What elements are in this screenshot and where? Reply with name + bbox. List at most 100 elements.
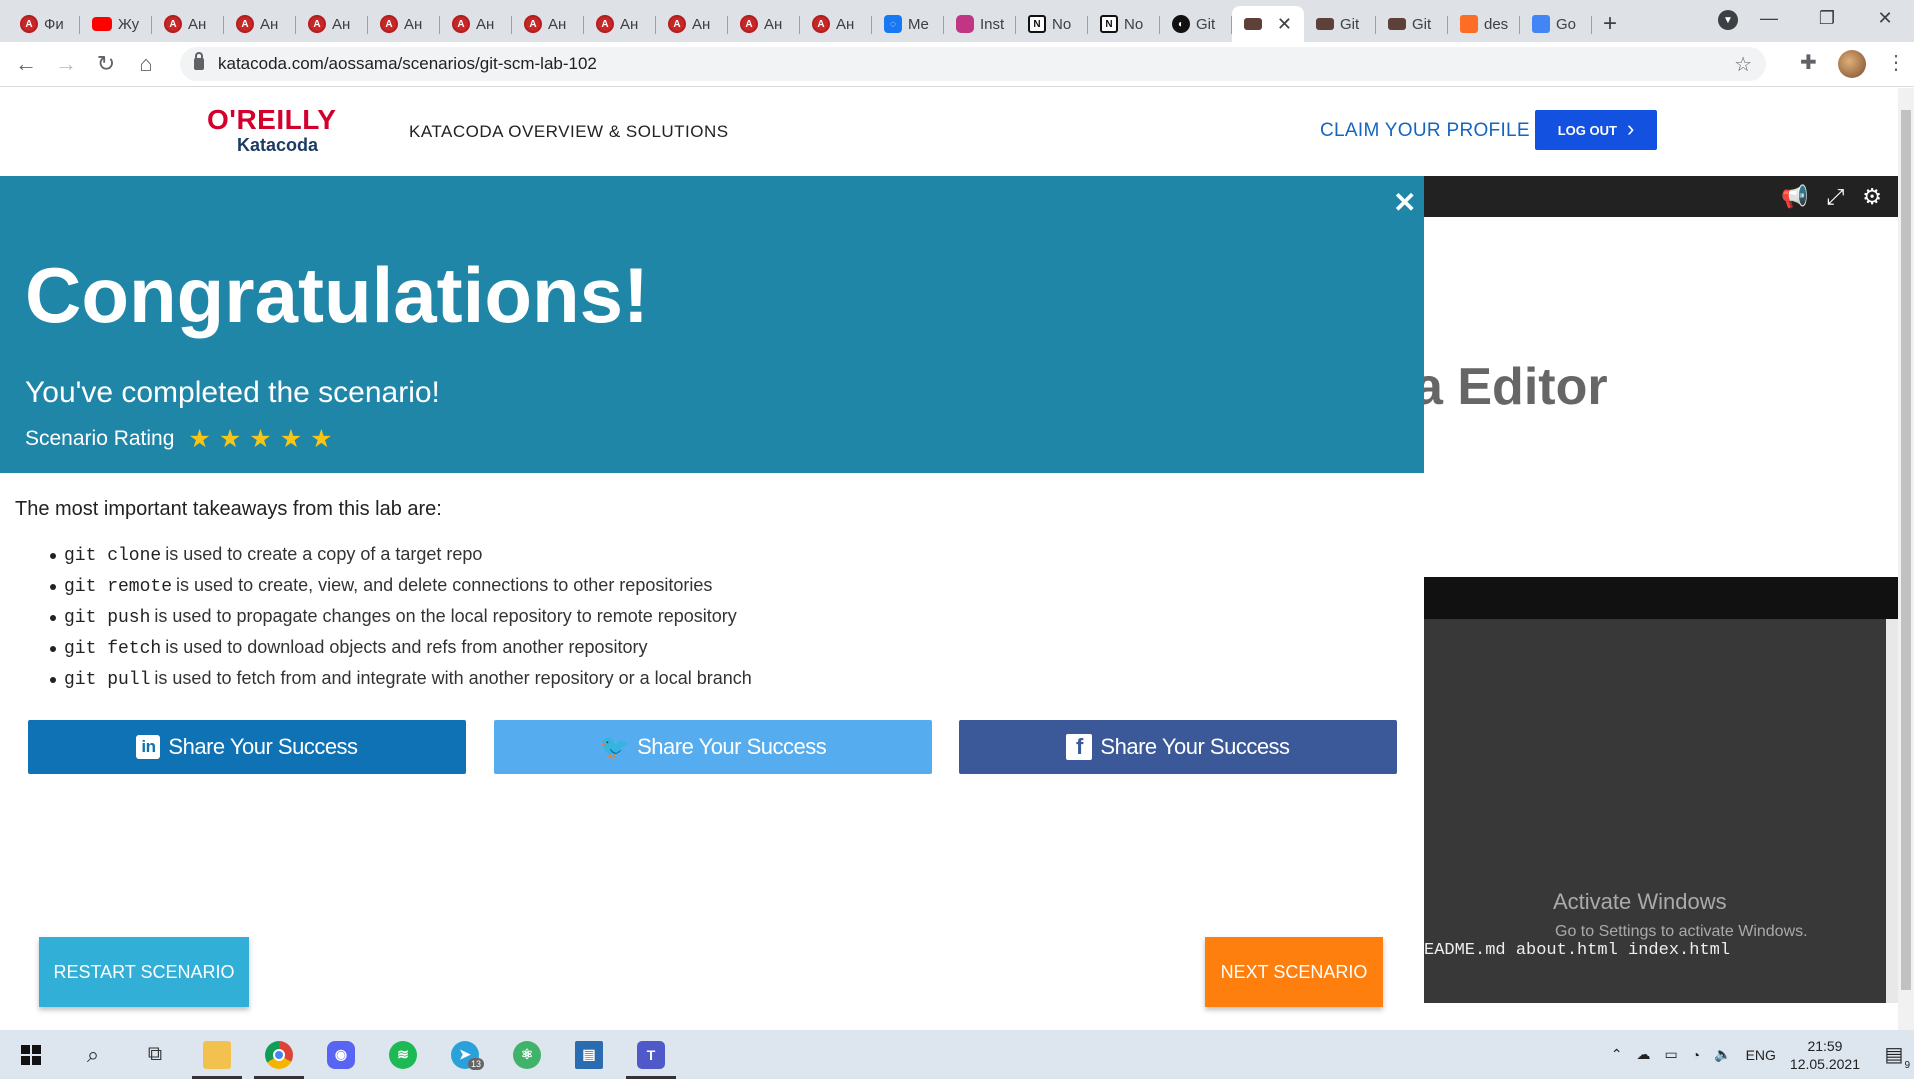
share-linkedin-button[interactable]: in Share Your Success (28, 720, 466, 774)
minimize-icon[interactable]: — (1740, 8, 1798, 29)
back-icon[interactable]: ← (6, 46, 46, 82)
browser-tab[interactable]: des (1448, 6, 1520, 42)
url-text[interactable]: katacoda.com/aossama/scenarios/git-scm-l… (218, 54, 597, 74)
new-tab-button[interactable]: + (1592, 6, 1628, 42)
chevron-up-icon[interactable]: ⌃ (1611, 1046, 1623, 1063)
browser-tab[interactable]: ◌ Me (872, 6, 944, 42)
browser-tab[interactable]: A Ан (800, 6, 872, 42)
takeaway-item: git clone is used to create a copy of a t… (50, 539, 752, 570)
gitlab-icon (1460, 15, 1478, 33)
browser-tab[interactable]: Жу (80, 6, 152, 42)
activate-windows-title: Activate Windows (1553, 889, 1727, 914)
browser-tab[interactable]: Git (1304, 6, 1376, 42)
page-scrollbar-thumb[interactable] (1901, 110, 1911, 990)
start-button[interactable] (0, 1030, 62, 1079)
browser-tab[interactable]: Go (1520, 6, 1592, 42)
browser-tab[interactable]: A Ан (368, 6, 440, 42)
browser-tab[interactable]: A Ан (656, 6, 728, 42)
clock-date: 12.05.2021 (1789, 1055, 1860, 1072)
browser-tab[interactable]: ✕ (1232, 6, 1304, 42)
oreilly-katacoda-logo[interactable]: O'REILLY Katacoda (207, 106, 347, 158)
browser-tab[interactable]: A Ан (440, 6, 512, 42)
nav-overview-link[interactable]: KATACODA OVERVIEW & SOLUTIONS (409, 122, 729, 142)
activate-windows-subtitle: Go to Settings to activate Windows. (1555, 923, 1808, 940)
share-twitter-button[interactable]: 🐦 Share Your Success (494, 720, 932, 774)
terminal[interactable]: EADME.md about.html index.html Activate … (1424, 619, 1898, 1003)
close-icon[interactable]: ✕ (1393, 186, 1416, 219)
forward-icon[interactable]: → (46, 46, 86, 82)
angular-icon: A (380, 15, 398, 33)
battery-icon[interactable]: ▭ (1664, 1046, 1677, 1063)
browser-tab[interactable]: A Ан (728, 6, 800, 42)
panel-toolbar: 📢 ⤢ ⚙ (1424, 176, 1898, 217)
katacoda-icon (1316, 18, 1334, 30)
wifi-icon[interactable]: ◔ (1692, 1047, 1700, 1063)
browser-tab[interactable]: A Ан (584, 6, 656, 42)
atom-icon[interactable]: ⚛ (496, 1030, 558, 1079)
tab-strip: A Фи Жу A Ан A Ан A Ан A Ан A Ан A Ан A Ан A Ан A Ан A Ан ◌ Me In… (0, 0, 1914, 42)
search-icon[interactable]: ⌕ (62, 1030, 124, 1079)
task-view-icon[interactable]: ⧉ (124, 1030, 186, 1079)
tab-close-icon[interactable]: ✕ (1277, 14, 1292, 35)
facebook-icon: f (1066, 734, 1093, 760)
browser-tab[interactable]: A Ан (152, 6, 224, 42)
logout-button[interactable]: LOG OUT › (1535, 110, 1657, 150)
window-controls: — ❐ ✕ (1740, 0, 1914, 36)
share-facebook-button[interactable]: f Share Your Success (959, 720, 1397, 774)
terminal-scrollbar[interactable] (1886, 619, 1898, 1003)
reload-icon[interactable]: ↻ (86, 46, 126, 82)
browser-tab[interactable]: A Фи (8, 6, 80, 42)
telegram-icon[interactable]: ➤ 13 (434, 1030, 496, 1079)
volume-icon[interactable]: 🔈 (1714, 1046, 1731, 1063)
star-icon[interactable]: ★ (188, 424, 210, 454)
gear-icon[interactable]: ⚙ (1862, 184, 1882, 210)
close-window-icon[interactable]: ✕ (1856, 8, 1914, 29)
address-bar[interactable]: katacoda.com/aossama/scenarios/git-scm-l… (180, 47, 1766, 81)
chrome-menu-icon[interactable]: ⋮ (1886, 50, 1906, 75)
restore-icon[interactable]: ❐ (1798, 8, 1856, 29)
teams-icon[interactable]: T (620, 1030, 682, 1079)
restart-scenario-button[interactable]: RESTART SCENARIO (39, 937, 249, 1007)
file-explorer-icon[interactable] (186, 1030, 248, 1079)
next-scenario-button[interactable]: NEXT SCENARIO (1205, 937, 1383, 1007)
browser-tab[interactable]: A Ан (296, 6, 368, 42)
tab-label: No (1124, 15, 1144, 33)
home-icon[interactable]: ⌂ (126, 46, 166, 82)
browser-tab[interactable]: N No (1088, 6, 1160, 42)
star-icon[interactable]: ★ (280, 424, 302, 454)
takeaway-command: git clone (64, 546, 162, 566)
angular-icon: A (668, 15, 686, 33)
language-indicator[interactable]: ENG (1746, 1047, 1776, 1063)
browser-tab[interactable]: Inst (944, 6, 1016, 42)
browser-tab[interactable]: A Ан (224, 6, 296, 42)
browser-tab[interactable]: N No (1016, 6, 1088, 42)
spotify-icon[interactable]: ≋ (372, 1030, 434, 1079)
profile-avatar[interactable] (1838, 50, 1866, 78)
system-tray: ⌃ ☁ ▭ ◔ 🔈 ENG 21:59 12.05.2021 ▤ 9 (1611, 1030, 1914, 1079)
angular-icon: A (164, 15, 182, 33)
fullscreen-icon[interactable]: ⤢ (1827, 184, 1845, 210)
star-icon[interactable]: ★ (249, 424, 271, 454)
tab-search-icon[interactable]: ▼ (1718, 10, 1738, 30)
chrome-icon[interactable] (248, 1030, 310, 1079)
modal-subtitle: You've completed the scenario! (25, 376, 440, 409)
lock-icon[interactable] (194, 52, 204, 70)
onedrive-icon[interactable]: ☁ (1636, 1046, 1650, 1063)
notifications-icon[interactable]: ▤ 9 (1874, 1042, 1914, 1071)
takeaway-command: git fetch (64, 639, 162, 659)
claim-profile-link[interactable]: CLAIM YOUR PROFILE (1320, 120, 1530, 142)
browser-tab[interactable]: Git (1376, 6, 1448, 42)
rating-stars: ★ ★ ★ ★ ★ (188, 424, 332, 454)
share-facebook-label: Share Your Success (1100, 734, 1290, 759)
browser-tab[interactable]: ◐ Git (1160, 6, 1232, 42)
star-icon[interactable]: ★ (310, 424, 332, 454)
discord-icon[interactable]: ◉ (310, 1030, 372, 1079)
star-icon[interactable]: ★ (219, 424, 241, 454)
extensions-icon[interactable]: ✚ (1800, 50, 1817, 75)
megaphone-icon[interactable]: 📢 (1781, 184, 1808, 210)
page-scrollbar[interactable] (1898, 88, 1914, 1030)
browser-tab[interactable]: A Ан (512, 6, 584, 42)
clock[interactable]: 21:59 12.05.2021 (1790, 1037, 1860, 1073)
window-app-icon[interactable]: ▤ (558, 1030, 620, 1079)
bookmark-star-icon[interactable]: ☆ (1734, 52, 1752, 77)
